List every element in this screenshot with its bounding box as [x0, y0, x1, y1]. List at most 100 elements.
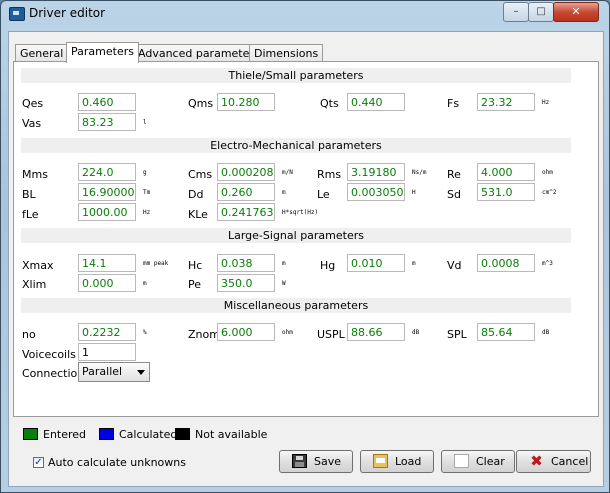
rms-unit: Ns/m [412, 169, 427, 176]
section-large-signal: Large-Signal parameters [21, 228, 571, 243]
vd-label: Vd [447, 259, 462, 272]
kle-field[interactable]: 0.241763 [217, 203, 275, 221]
cms-field[interactable]: 0.0002080 [217, 163, 275, 181]
tab-advanced-parameters[interactable]: Advanced parameters [133, 44, 265, 62]
qts-label: Qts [320, 97, 339, 110]
maximize-button[interactable]: □ [528, 2, 554, 22]
dd-label: Dd [188, 188, 204, 201]
hg-unit: m [412, 260, 416, 267]
spl-field[interactable]: 85.64 [477, 323, 535, 341]
bl-unit: Tm [143, 189, 151, 196]
znom-field[interactable]: 6.000 [217, 323, 275, 341]
section-miscellaneous: Miscellaneous parameters [21, 298, 571, 313]
bl-field[interactable]: 16.90000 [78, 183, 136, 201]
bl-label: BL [22, 188, 36, 201]
connection-label: Connection [22, 367, 85, 380]
close-button[interactable]: ✕ [553, 2, 599, 22]
app-icon [9, 7, 25, 21]
xmax-unit: mm peak [143, 260, 169, 267]
entered-swatch [23, 428, 38, 440]
uspl-label: USPL [317, 328, 345, 341]
voicecoils-label: Voicecoils [22, 348, 76, 361]
cancel-button[interactable]: ✖ Cancel [516, 450, 591, 473]
hg-label: Hg [320, 259, 336, 272]
xlim-unit: m [143, 280, 147, 287]
fs-label: Fs [447, 97, 460, 110]
mms-label: Mms [22, 168, 48, 181]
vas-label: Vas [22, 117, 42, 130]
qms-label: Qms [188, 97, 214, 110]
pe-label: Pe [188, 278, 202, 291]
load-button[interactable]: Load [360, 450, 434, 473]
xmax-field[interactable]: 14.1 [78, 254, 136, 272]
vd-field[interactable]: 0.0008 [477, 254, 535, 272]
cms-label: Cms [188, 168, 213, 181]
le-field[interactable]: 0.003050 [347, 183, 405, 201]
xlim-label: Xlim [22, 278, 47, 291]
uspl-field[interactable]: 88.66 [347, 323, 405, 341]
entered-legend-label: Entered [43, 428, 87, 441]
kle-unit: H*sqrt(Hz) [282, 209, 319, 216]
vd-unit: m^3 [542, 260, 553, 267]
pe-field[interactable]: 350.0 [217, 274, 275, 292]
spl-unit: dB [542, 329, 550, 336]
mms-unit: g [143, 169, 147, 176]
save-button[interactable]: Save [279, 450, 353, 473]
clear-button[interactable]: Clear [441, 450, 515, 473]
window-title: Driver editor [29, 6, 106, 20]
vas-unit: l [143, 119, 147, 126]
znom-label: Znom [188, 328, 220, 341]
tab-parameters[interactable]: Parameters [66, 42, 139, 63]
hg-field[interactable]: 0.010 [347, 254, 405, 272]
pe-unit: W [282, 280, 286, 287]
tab-dimensions[interactable]: Dimensions [249, 44, 324, 62]
xlim-field[interactable]: 0.000 [78, 274, 136, 292]
vas-field[interactable]: 83.23 [78, 113, 136, 131]
chevron-down-icon [137, 370, 145, 375]
mms-field[interactable]: 224.0 [78, 163, 136, 181]
tab-general[interactable]: General [15, 44, 69, 62]
spl-label: SPL [447, 328, 467, 341]
rms-field[interactable]: 3.19180 [347, 163, 405, 181]
fle-field[interactable]: 1000.00 [78, 203, 136, 221]
cancel-x-icon: ✖ [530, 452, 543, 470]
fs-field[interactable]: 23.32 [477, 93, 535, 111]
znom-unit: ohm [282, 329, 293, 336]
no-label: no [22, 328, 36, 341]
le-unit: H [412, 189, 416, 196]
uspl-unit: dB [412, 329, 420, 336]
calculated-swatch [99, 428, 114, 440]
le-label: Le [317, 188, 330, 201]
qes-field[interactable]: 0.460 [78, 93, 136, 111]
sd-field[interactable]: 531.0 [477, 183, 535, 201]
minimize-button[interactable]: – [503, 2, 529, 22]
blank-page-icon [454, 454, 469, 468]
qms-field[interactable]: 10.280 [217, 93, 275, 111]
floppy-disk-icon [292, 454, 307, 468]
parameters-panel: Thiele/Small parameters Qes 0.460 Qms 10… [13, 61, 599, 417]
client-area: General Parameters Advanced parameters D… [8, 31, 604, 487]
save-button-label: Save [314, 455, 342, 468]
hc-unit: m [282, 260, 286, 267]
title-bar[interactable]: Driver editor – □ ✕ [1, 1, 609, 25]
qes-label: Qes [22, 97, 44, 110]
re-label: Re [447, 168, 461, 181]
fle-unit: Hz [143, 209, 151, 216]
qts-field[interactable]: 0.440 [347, 93, 405, 111]
re-field[interactable]: 4.000 [477, 163, 535, 181]
connection-select-value: Parallel [82, 365, 123, 378]
rms-label: Rms [317, 168, 342, 181]
calculated-legend-label: Calculated [119, 428, 178, 441]
no-unit: % [143, 329, 147, 336]
voicecoils-field[interactable]: 1 [78, 343, 136, 361]
connection-select[interactable]: Parallel [78, 362, 150, 382]
dd-field[interactable]: 0.260 [217, 183, 275, 201]
no-field[interactable]: 0.2232 [78, 323, 136, 341]
xmax-label: Xmax [22, 259, 54, 272]
load-button-label: Load [395, 455, 422, 468]
auto-calculate-checkbox[interactable]: ✓ [33, 457, 44, 468]
clear-button-label: Clear [476, 455, 505, 468]
hc-field[interactable]: 0.038 [217, 254, 275, 272]
fs-unit: Hz [542, 99, 550, 106]
auto-calculate-label: Auto calculate unknowns [48, 456, 186, 469]
